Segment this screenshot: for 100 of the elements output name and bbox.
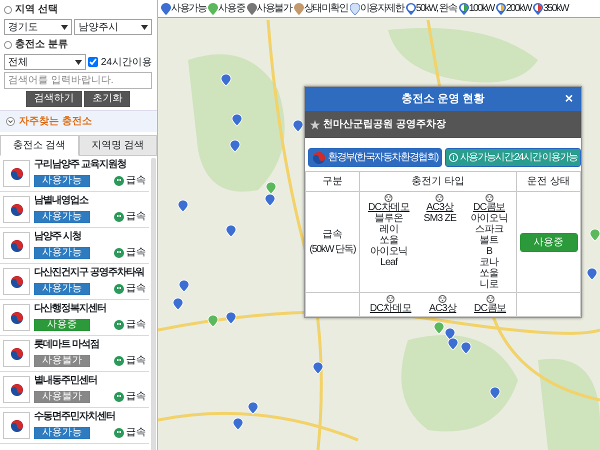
station-name[interactable]: 롯데마트 마석점	[34, 338, 146, 351]
category-select[interactable]: 전체	[4, 54, 86, 70]
tab[interactable]: 충전소 검색	[0, 135, 78, 156]
charger-type-link[interactable]: AC3상	[426, 202, 454, 213]
speed-label: 급속	[126, 210, 146, 224]
section-label: 충전소 분류	[15, 38, 68, 52]
map-pin-icon	[161, 2, 171, 14]
speed-label: 급속	[126, 390, 146, 404]
speed-label: 급속	[126, 174, 146, 188]
column-header: 충전기 타입	[360, 172, 516, 192]
column-header: 구분	[306, 172, 360, 192]
map-pin-icon[interactable]	[312, 362, 324, 374]
caret-icon	[60, 24, 68, 30]
map-pin-icon[interactable]	[490, 386, 500, 400]
map-pin-icon[interactable]	[232, 418, 244, 430]
emblem-icon	[10, 238, 24, 252]
map-pin-icon[interactable]	[586, 268, 598, 280]
charger-icon	[114, 428, 124, 438]
station-name[interactable]: 남별내영업소	[34, 194, 146, 207]
map-pin-icon[interactable]	[226, 224, 236, 238]
charger-type-link[interactable]: AC3상	[429, 303, 456, 314]
car-model: 블루온	[374, 213, 403, 224]
map-pin-icon[interactable]	[292, 120, 304, 132]
map-pin-icon	[533, 2, 544, 14]
info-icon	[448, 153, 458, 162]
scrollbar[interactable]	[151, 158, 156, 450]
car-model: 스파크	[475, 224, 504, 235]
operator-button[interactable]: 환경부(한국자동차환경협회)	[308, 148, 442, 167]
charger-type-link[interactable]: DC차데모	[370, 303, 412, 314]
status-badge: 사용불가	[34, 390, 90, 403]
status-badge: 사용가능	[34, 426, 90, 439]
map-pin-icon[interactable]	[220, 74, 232, 86]
legend-label: 사용불가	[256, 2, 292, 16]
status-badge: 사용가능	[34, 246, 90, 259]
legend-label: 200kW	[506, 2, 532, 16]
plug-icon	[438, 295, 448, 303]
station-name[interactable]: 남양주 시청	[34, 230, 146, 243]
station-name[interactable]: 수동면주민자치센터	[34, 410, 146, 423]
search-field[interactable]: 검색어를 입력바랍니다.	[4, 72, 152, 89]
action-button[interactable]: 검색하기	[26, 91, 82, 107]
car-model: 아이오닉	[470, 213, 508, 224]
map-pin-icon	[208, 2, 218, 14]
legend-label: 100kW	[468, 2, 494, 16]
charger-speed: 급속	[322, 228, 344, 242]
caret-icon	[141, 24, 148, 30]
map-pin-icon[interactable]	[248, 402, 258, 414]
map-pin-icon[interactable]	[232, 114, 242, 126]
map-pin-icon[interactable]	[172, 298, 184, 310]
emblem-icon	[10, 346, 24, 360]
checkbox[interactable]	[88, 57, 98, 67]
map-pin-icon[interactable]	[590, 228, 600, 242]
charger-icon	[114, 356, 124, 366]
legend-label: 50kW, 완속	[416, 2, 457, 16]
station-name[interactable]: 다산행정복지센터	[34, 302, 146, 315]
plug-icon	[384, 194, 394, 202]
map-pin-icon[interactable]	[226, 312, 236, 324]
map-pin-icon[interactable]	[434, 322, 444, 334]
popup-title: 충전소 운영 현황	[401, 92, 485, 107]
car-model: 니로	[480, 279, 498, 290]
city-select[interactable]: 남양주시	[74, 19, 152, 35]
section-label: 지역 선택	[15, 3, 58, 17]
status-badge: 사용중	[34, 318, 90, 331]
station-name[interactable]: 다산진건지구 공영주차타워	[34, 266, 146, 279]
province-select[interactable]: 경기도	[4, 19, 72, 35]
map-pin-icon[interactable]	[178, 280, 190, 292]
legend-label: 이용자제한	[360, 2, 404, 16]
tab[interactable]: 지역명 검색	[78, 135, 157, 156]
map-pin-icon[interactable]	[208, 314, 218, 328]
map-pin-icon	[350, 2, 360, 14]
action-button[interactable]: 초기화	[84, 91, 130, 107]
map-pin-icon[interactable]	[266, 182, 276, 194]
close-button[interactable]: ×	[564, 90, 573, 106]
map-pin-icon[interactable]	[448, 338, 458, 350]
speed-label: 급속	[126, 426, 146, 440]
legend-label: 사용중	[218, 2, 245, 16]
speed-label: 급속	[126, 354, 146, 368]
car-model: 코나	[480, 257, 498, 268]
map-pin-icon[interactable]	[460, 342, 472, 354]
car-model: Leaf	[380, 257, 398, 268]
station-name[interactable]: 별내동주민센터	[34, 374, 146, 387]
car-model: 볼트	[480, 235, 498, 246]
map-pin-icon[interactable]	[178, 200, 188, 212]
charger-type-link[interactable]: DC콤보	[473, 202, 506, 213]
emblem-icon	[10, 202, 24, 216]
map-pin-icon[interactable]	[444, 328, 456, 340]
column-header: 운전 상태	[516, 172, 580, 192]
expand-icon	[6, 117, 15, 126]
car-model: 아이오닉	[370, 246, 408, 257]
charger-detail: (50kW 단독)	[310, 243, 356, 257]
map-pin-icon[interactable]	[264, 194, 276, 206]
map-pin-icon[interactable]	[230, 140, 240, 152]
plug-icon	[386, 295, 396, 303]
charger-icon	[114, 248, 124, 258]
station-name[interactable]: 구리남양주 교육지원청	[34, 158, 146, 171]
charger-type-link[interactable]: DC차데모	[368, 202, 410, 213]
charger-type-link[interactable]: DC콤보	[474, 303, 506, 314]
emblem-icon	[10, 274, 24, 288]
speed-label: 급속	[126, 246, 146, 260]
status-badge: 사용중	[520, 232, 578, 252]
map-pin-icon	[294, 2, 304, 14]
